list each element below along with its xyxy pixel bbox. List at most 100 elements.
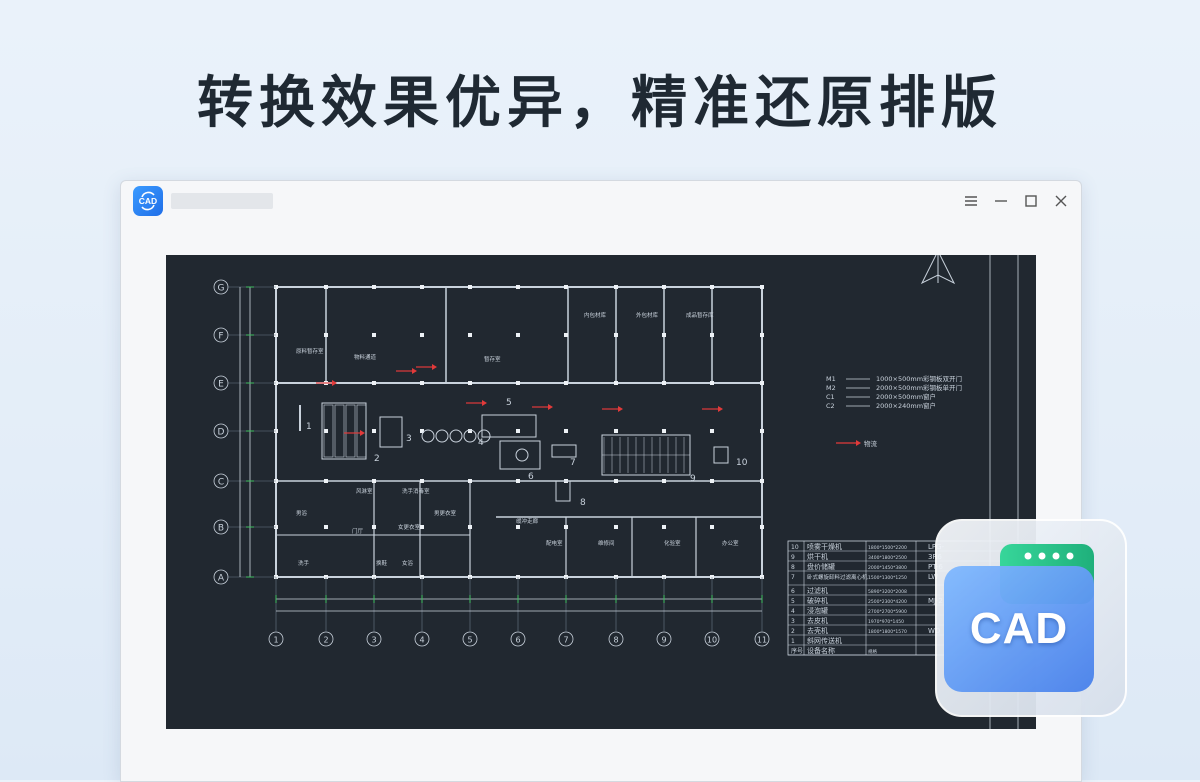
column-dot — [564, 525, 568, 529]
column-dot — [516, 479, 520, 483]
table-cell-name: 去皮机 — [807, 616, 828, 625]
room-label: 男更衣室 — [434, 509, 457, 517]
column-dot — [614, 285, 618, 289]
axis-label-col: 5 — [467, 636, 472, 645]
minimize-icon[interactable] — [989, 189, 1013, 213]
window-title — [171, 193, 273, 209]
table-cell-name: 盘价储罐 — [807, 562, 835, 571]
column-dot — [324, 285, 328, 289]
flow-arrow — [360, 430, 365, 436]
room-label: 配电室 — [546, 539, 563, 547]
table-cell-no: 4 — [791, 608, 795, 615]
room-label: 男浴 — [296, 509, 308, 517]
column-dot — [760, 429, 764, 433]
column-dot — [662, 479, 666, 483]
axis-label-row: B — [218, 524, 224, 534]
column-dot — [420, 285, 424, 289]
column-dot — [760, 285, 764, 289]
cad-app-icon: CAD — [133, 186, 163, 216]
table-cell-no: 2 — [791, 628, 795, 635]
flow-arrow — [618, 406, 623, 412]
table-cell-no: 10 — [791, 544, 799, 551]
table-cell-name: 设备名称 — [807, 646, 835, 655]
maximize-icon[interactable] — [1019, 189, 1043, 213]
equipment-block — [713, 446, 729, 464]
axis-label-col: 6 — [515, 636, 520, 645]
table-cell-name: 去壳机 — [807, 626, 828, 635]
column-dot — [420, 333, 424, 337]
equipment-number: 6 — [528, 472, 534, 482]
column-dot — [564, 333, 568, 337]
column-dot — [614, 429, 618, 433]
room-label: 原料暂存室 — [296, 347, 324, 355]
column-dot — [372, 285, 376, 289]
equipment-block — [449, 429, 463, 443]
flow-arrow — [482, 400, 487, 406]
page-headline: 转换效果优异，精准还原排版 — [197, 71, 1003, 136]
axis-label-col: 8 — [613, 636, 618, 645]
equipment-number: 2 — [374, 454, 380, 464]
flow-arrow — [548, 404, 553, 410]
column-dot — [420, 381, 424, 385]
column-dot — [710, 479, 714, 483]
column-dot — [710, 285, 714, 289]
cad-badge: CAD — [930, 516, 1130, 722]
cad-drawing-viewer[interactable]: G F E D C B A 1 2 3 4 5 6 7 8 9 10 11 原料暂存室 物料通道 暂存室 内包材库 外包材库… — [166, 255, 1036, 729]
table-cell-no: 1 — [791, 638, 795, 645]
axis-label-row: D — [218, 428, 225, 438]
table-cell-size: 5890*3200*2008 — [868, 589, 907, 595]
table-cell-no: 9 — [791, 554, 795, 561]
table-cell-name: 破碎机 — [807, 596, 828, 605]
legend-text: 2000×500mm彩钢板单开门 — [876, 383, 962, 392]
table-cell-no: 5 — [791, 598, 795, 605]
axis-label-col: 3 — [371, 636, 376, 645]
column-dot — [710, 381, 714, 385]
cad-file-icon: CAD — [944, 566, 1094, 692]
legend-text: 2000×240mm窗户 — [876, 401, 936, 410]
room-label: 洗手 — [298, 559, 310, 567]
column-dot — [710, 525, 714, 529]
column-dot — [662, 381, 666, 385]
axis-label-row: C — [218, 478, 224, 488]
table-cell-size: 1970*970*1450 — [868, 619, 904, 625]
equipment-block — [515, 448, 529, 462]
room-label: 换鞋 — [376, 559, 388, 567]
column-dot — [614, 525, 618, 529]
menu-icon[interactable] — [959, 189, 983, 213]
room-label: 维修间 — [598, 539, 615, 547]
column-dot — [564, 429, 568, 433]
column-dot — [324, 479, 328, 483]
equipment-number: 9 — [690, 474, 696, 484]
flow-arrow — [718, 406, 723, 412]
equipment-number: 4 — [478, 438, 484, 448]
equipment-block — [421, 429, 435, 443]
table-cell-name: 浸泡罐 — [807, 606, 828, 615]
legend-code: M2 — [826, 384, 836, 392]
column-dot — [324, 429, 328, 433]
table-cell-size: 1500*1300*1250 — [868, 575, 907, 581]
column-dot — [662, 285, 666, 289]
table-cell-size: 3400*1800*2500 — [868, 555, 907, 561]
axis-label-row: F — [218, 332, 223, 342]
column-dot — [662, 429, 666, 433]
axis-label-col: 4 — [419, 636, 424, 645]
column-dot — [420, 525, 424, 529]
table-cell-name: 烘干机 — [807, 552, 828, 561]
axis-label-row: G — [218, 284, 225, 294]
column-dot — [710, 429, 714, 433]
room-label: 洗手消毒室 — [402, 487, 430, 495]
equipment-block — [481, 414, 537, 438]
legend-text: 2000×500mm窗户 — [876, 392, 936, 401]
close-icon[interactable] — [1049, 189, 1073, 213]
axis-label-col: 2 — [323, 636, 328, 645]
axis-label-col: 10 — [707, 636, 717, 645]
equipment-block — [334, 404, 345, 458]
table-cell-size: 规格 — [868, 648, 877, 655]
flow-arrow — [332, 380, 337, 386]
column-dot — [324, 333, 328, 337]
column-dot — [760, 479, 764, 483]
legend-code: C1 — [826, 393, 835, 401]
room-label: 门厅 — [352, 527, 364, 535]
table-cell-size: 2000*1450*3800 — [868, 565, 907, 571]
column-dot — [710, 333, 714, 337]
